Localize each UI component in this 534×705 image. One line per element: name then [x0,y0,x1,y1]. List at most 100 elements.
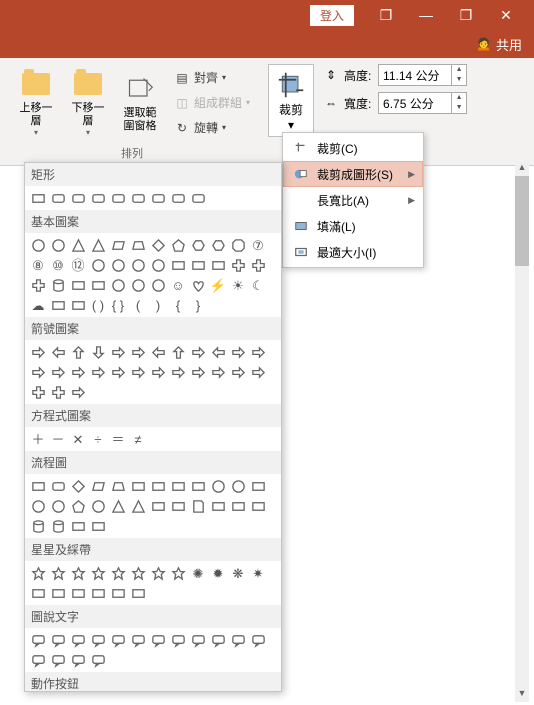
shape-item[interactable] [189,276,207,294]
shape-item[interactable] [189,631,207,649]
chevron-down-icon[interactable]: ▾ [34,128,38,137]
shape-item[interactable] [169,477,187,495]
shape-item[interactable] [29,189,47,207]
shape-item[interactable] [229,363,247,381]
shape-item[interactable]: ⑫ [69,256,87,274]
shape-item[interactable] [209,477,227,495]
shape-item[interactable] [89,497,107,515]
shape-item[interactable] [129,497,147,515]
shape-item[interactable] [229,256,247,274]
shape-item[interactable] [109,631,127,649]
shape-item[interactable] [69,343,87,361]
shape-item[interactable] [69,564,87,582]
selection-pane-button[interactable]: 選取範圍窗格 [114,69,166,137]
send-backward-button[interactable]: 下移一層 ▾ [62,64,114,141]
shape-item[interactable] [129,477,147,495]
shape-item[interactable] [169,256,187,274]
shape-item[interactable] [89,256,107,274]
shape-item[interactable] [229,497,247,515]
shape-item[interactable] [249,343,267,361]
menu-fit[interactable]: 最適大小(I) [283,239,423,265]
shape-item[interactable] [109,236,127,254]
shape-item[interactable] [229,343,247,361]
shape-item[interactable] [129,189,147,207]
shape-item[interactable] [29,383,47,401]
shape-item[interactable] [69,497,87,515]
shape-item[interactable]: ＋ [29,430,47,448]
share-button[interactable]: 共用 [496,35,522,54]
chevron-down-icon[interactable]: ▾ [86,128,90,137]
shape-item[interactable] [69,383,87,401]
shape-item[interactable] [29,276,47,294]
shape-item[interactable] [109,256,127,274]
shape-item[interactable] [129,631,147,649]
shape-item[interactable] [169,497,187,515]
spin-up[interactable]: ▲ [452,65,466,75]
shape-item[interactable]: ⑩ [49,256,67,274]
shape-item[interactable] [109,497,127,515]
menu-fill[interactable]: 填滿(L) [283,213,423,239]
shape-item[interactable] [149,343,167,361]
shape-item[interactable] [69,517,87,535]
shape-item[interactable] [169,363,187,381]
shape-item[interactable] [129,343,147,361]
spin-down[interactable]: ▼ [452,103,466,113]
shape-item[interactable] [69,477,87,495]
height-input[interactable]: ▲▼ [378,64,467,86]
shape-item[interactable] [149,276,167,294]
shape-item[interactable]: ) [149,296,167,314]
shape-item[interactable] [189,343,207,361]
shape-item[interactable] [189,497,207,515]
shape-item[interactable] [29,564,47,582]
shape-item[interactable] [29,497,47,515]
shape-item[interactable] [69,584,87,602]
shape-item[interactable] [69,276,87,294]
shape-item[interactable] [29,631,47,649]
shape-item[interactable] [129,584,147,602]
shape-item[interactable]: } [189,296,207,314]
shape-item[interactable] [29,343,47,361]
shape-item[interactable] [29,651,47,669]
shape-item[interactable] [109,584,127,602]
shape-item[interactable] [89,564,107,582]
shape-item[interactable]: ☾ [249,276,267,294]
shape-item[interactable] [109,343,127,361]
shape-item[interactable] [209,343,227,361]
shape-item[interactable] [89,517,107,535]
crop-button[interactable]: 裁剪 ▾ [268,64,314,137]
shape-item[interactable] [49,236,67,254]
close-button[interactable]: ✕ [486,7,526,24]
shape-item[interactable] [49,651,67,669]
shape-item[interactable] [169,189,187,207]
spin-up[interactable]: ▲ [452,93,466,103]
shape-item[interactable] [129,363,147,381]
shape-item[interactable] [49,517,67,535]
shape-item[interactable] [109,189,127,207]
shape-item[interactable] [89,631,107,649]
shape-item[interactable] [149,189,167,207]
shape-item[interactable] [49,564,67,582]
shape-item[interactable] [69,296,87,314]
shape-item[interactable]: ⑧ [29,256,47,274]
shape-item[interactable] [89,343,107,361]
shape-item[interactable]: { } [109,296,127,314]
shape-item[interactable] [49,631,67,649]
shape-item[interactable] [49,497,67,515]
align-menu[interactable]: ▤ 對齊▾ [170,67,254,88]
shape-item[interactable] [69,631,87,649]
vertical-scrollbar[interactable]: ▲ ▼ [515,162,529,702]
shape-item[interactable]: ＝ [109,430,127,448]
shape-item[interactable] [129,236,147,254]
shape-item[interactable] [249,631,267,649]
shape-item[interactable] [89,584,107,602]
scroll-up-arrow[interactable]: ▲ [518,162,527,176]
shape-item[interactable] [89,651,107,669]
shape-item[interactable] [109,276,127,294]
scroll-down-arrow[interactable]: ▼ [518,688,527,702]
shape-item[interactable] [109,564,127,582]
shape-item[interactable] [69,236,87,254]
shape-item[interactable]: ✕ [69,430,87,448]
shape-item[interactable] [149,363,167,381]
shape-item[interactable] [209,236,227,254]
shape-item[interactable] [89,477,107,495]
